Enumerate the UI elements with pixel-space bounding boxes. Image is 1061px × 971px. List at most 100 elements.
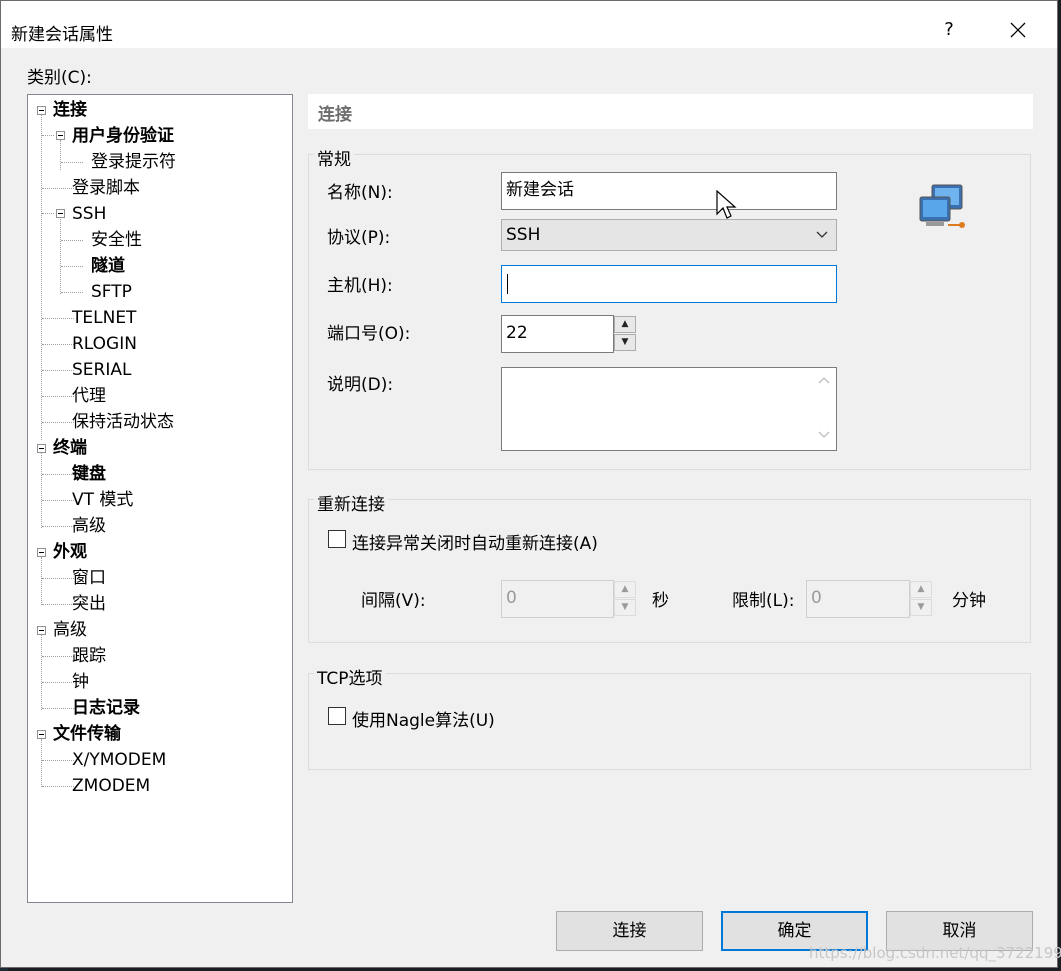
collapse-icon[interactable] <box>37 106 46 115</box>
tree-line <box>42 656 74 657</box>
port-input[interactable]: 22 <box>501 315 614 353</box>
port-spinner[interactable]: ▲ ▼ <box>614 315 638 353</box>
tree-line <box>42 760 74 761</box>
tree-item-sftp[interactable]: SFTP <box>91 281 132 303</box>
protocol-select[interactable]: SSH <box>501 219 837 251</box>
tree-item-zmodem[interactable]: ZMODEM <box>72 775 150 797</box>
tree-line <box>42 786 74 787</box>
tcp-options-group-title: TCP选项 <box>314 664 386 689</box>
tree-item-bell[interactable]: 钟 <box>72 671 89 693</box>
tree-line <box>41 635 42 710</box>
spin-up-icon[interactable]: ▲ <box>614 316 636 333</box>
tree-line <box>42 396 74 397</box>
limit-unit: 分钟 <box>952 591 986 611</box>
tree-item-login-prompts[interactable]: 登录提示符 <box>91 151 176 173</box>
tree-line <box>61 292 83 293</box>
tree-line <box>42 318 74 319</box>
interval-spinner[interactable]: ▲ ▼ <box>614 580 638 618</box>
tree-item-terminal[interactable]: 终端 <box>53 437 87 459</box>
port-label: 端口号(O): <box>327 324 411 344</box>
tree-item-trace[interactable]: 跟踪 <box>72 645 106 667</box>
auto-reconnect-checkbox[interactable] <box>328 530 346 548</box>
tree-item-proxy[interactable]: 代理 <box>72 385 106 407</box>
tree-line <box>42 370 74 371</box>
tree-item-appearance[interactable]: 外观 <box>53 541 87 563</box>
spin-down-icon[interactable]: ▼ <box>910 599 932 616</box>
limit-input[interactable]: 0 <box>806 580 910 618</box>
watermark-text: https://blog.csdn.net/qq_37221991 <box>809 944 1061 962</box>
tree-item-login-scripts[interactable]: 登录脚本 <box>72 177 140 199</box>
tree-item-keyboard[interactable]: 键盘 <box>72 463 106 485</box>
mouse-pointer-icon <box>716 189 738 225</box>
auto-reconnect-label[interactable]: 连接异常关闭时自动重新连接(A) <box>352 529 598 554</box>
tree-line <box>42 604 74 605</box>
host-input[interactable] <box>501 265 837 303</box>
spin-down-icon[interactable]: ▼ <box>614 599 636 616</box>
tree-item-user-auth[interactable]: 用户身份验证 <box>72 125 174 147</box>
tree-item-connection[interactable]: 连接 <box>53 99 87 121</box>
tree-item-telnet[interactable]: TELNET <box>72 307 136 329</box>
tree-line <box>61 240 83 241</box>
tree-line <box>61 266 83 267</box>
connect-button[interactable]: 连接 <box>556 911 703 951</box>
session-properties-dialog: 新建会话属性 ? 类别(C): 连接 用户身份验证 登录提示符 登录脚本 SSH… <box>0 0 1061 968</box>
tree-line <box>60 140 61 170</box>
title-bar: 新建会话属性 ? <box>1 1 1057 48</box>
description-label: 说明(D): <box>327 375 394 395</box>
collapse-icon[interactable] <box>56 131 65 140</box>
reconnect-group-title: 重新连接 <box>314 490 388 515</box>
tree-line <box>42 578 74 579</box>
tree-item-vt-modes[interactable]: VT 模式 <box>72 489 133 511</box>
interval-unit: 秒 <box>652 591 669 611</box>
collapse-icon[interactable] <box>37 626 46 635</box>
collapse-icon[interactable] <box>37 444 46 453</box>
tree-item-security[interactable]: 安全性 <box>91 229 142 251</box>
close-button[interactable] <box>995 11 1041 47</box>
nagle-checkbox[interactable] <box>328 707 346 725</box>
tree-item-xymodem[interactable]: X/YMODEM <box>72 749 166 771</box>
collapse-icon[interactable] <box>56 209 65 218</box>
tree-line <box>41 115 42 440</box>
network-computers-icon <box>918 183 970 233</box>
description-textarea[interactable] <box>501 367 837 451</box>
spin-up-icon[interactable]: ▲ <box>614 581 636 598</box>
tree-item-serial[interactable]: SERIAL <box>72 359 131 381</box>
nagle-label[interactable]: 使用Nagle算法(U) <box>352 706 495 731</box>
tree-item-keep-alive[interactable]: 保持活动状态 <box>72 411 174 433</box>
category-tree[interactable]: 连接 用户身份验证 登录提示符 登录脚本 SSH 安全性 隧道 SFTP TEL… <box>27 94 293 903</box>
tree-line <box>42 682 74 683</box>
scroll-down-icon[interactable] <box>818 429 830 444</box>
tree-line <box>61 162 83 163</box>
panel-header: 连接 <box>308 94 1033 129</box>
limit-label: 限制(L): <box>732 591 795 611</box>
tree-line <box>42 708 74 709</box>
tree-item-ssh[interactable]: SSH <box>72 203 106 225</box>
tree-item-advanced[interactable]: 高级 <box>53 619 87 641</box>
tree-item-terminal-advanced[interactable]: 高级 <box>72 515 106 537</box>
tree-item-rlogin[interactable]: RLOGIN <box>72 333 137 355</box>
tree-line <box>42 188 74 189</box>
general-group-title: 常规 <box>314 145 354 170</box>
limit-spinner[interactable]: ▲ ▼ <box>910 580 934 618</box>
tree-item-window[interactable]: 窗口 <box>72 567 106 589</box>
tree-item-file-transfer[interactable]: 文件传输 <box>53 723 121 745</box>
tree-item-logging[interactable]: 日志记录 <box>72 697 140 719</box>
collapse-icon[interactable] <box>37 548 46 557</box>
spin-down-icon[interactable]: ▼ <box>614 334 636 351</box>
close-icon <box>1010 22 1026 38</box>
protocol-label: 协议(P): <box>327 228 391 248</box>
tree-item-tunneling[interactable]: 隧道 <box>91 255 125 277</box>
name-input[interactable]: 新建会话 <box>501 172 837 210</box>
help-button[interactable]: ? <box>927 11 971 47</box>
tree-line <box>42 422 74 423</box>
protocol-value: SSH <box>506 225 541 245</box>
text-caret <box>507 274 508 294</box>
panel-header-title: 连接 <box>318 105 352 125</box>
interval-input[interactable]: 0 <box>501 580 614 618</box>
tree-line <box>42 500 74 501</box>
collapse-icon[interactable] <box>37 730 46 739</box>
tree-line <box>42 344 74 345</box>
scroll-up-icon[interactable] <box>818 374 830 389</box>
tree-item-highlight[interactable]: 突出 <box>72 593 106 615</box>
spin-up-icon[interactable]: ▲ <box>910 581 932 598</box>
